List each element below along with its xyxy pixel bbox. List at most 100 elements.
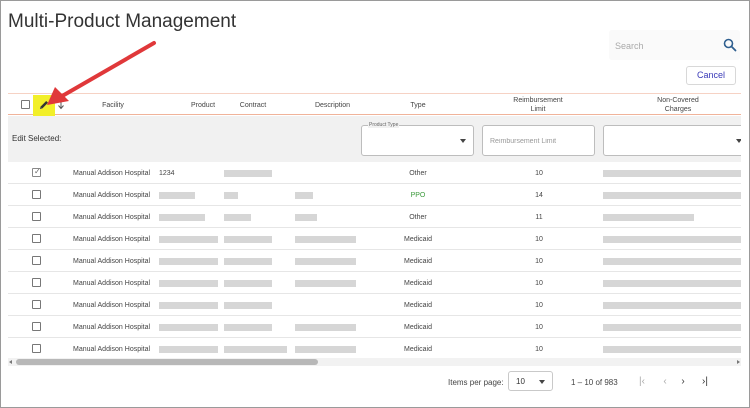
reimbursement-limit-input[interactable] — [490, 136, 585, 146]
edit-selected-row: Edit Selected: Product Type — [8, 116, 741, 162]
row-checkbox[interactable] — [32, 344, 41, 353]
search-input[interactable] — [615, 38, 715, 54]
table-row[interactable]: Manual Addison Hospital Medicaid 10 — [8, 272, 741, 294]
header-contract[interactable]: Contract — [233, 101, 273, 110]
header-type[interactable]: Type — [398, 101, 438, 110]
chevron-down-icon — [736, 139, 741, 143]
row-checkbox[interactable]: ✓ — [32, 167, 41, 177]
edit-pencil-icon[interactable] — [38, 99, 50, 111]
sort-arrow-down-icon[interactable] — [57, 100, 65, 110]
last-page-button[interactable]: ›| — [698, 376, 712, 388]
edit-selected-label: Edit Selected: — [12, 134, 62, 143]
table-row[interactable]: Manual Addison Hospital PPO 14 — [8, 184, 741, 206]
cell-product-redacted — [159, 280, 218, 287]
cell-product-redacted — [159, 346, 218, 353]
row-checkbox[interactable] — [32, 256, 41, 265]
table-row[interactable]: Manual Addison Hospital Medicaid 10 — [8, 294, 741, 316]
cancel-button[interactable]: Cancel — [686, 66, 736, 85]
cell-noncovered-redacted — [603, 192, 741, 199]
reimbursement-limit-field[interactable] — [482, 125, 595, 156]
cell-noncovered-redacted — [603, 346, 741, 353]
non-covered-charges-select[interactable] — [603, 125, 741, 156]
checkmark-icon: ✓ — [34, 167, 41, 176]
cell-limit: 10 — [535, 170, 543, 177]
table-row[interactable]: ✓ Manual Addison Hospital 1234 Other 10 — [8, 162, 741, 184]
horizontal-scrollbar[interactable] — [8, 358, 741, 366]
cell-contract-redacted — [224, 258, 272, 265]
cell-product-redacted — [159, 192, 195, 199]
row-checkbox[interactable] — [32, 300, 41, 309]
cell-description-redacted — [295, 236, 356, 243]
table-row[interactable]: Manual Addison Hospital Medicaid 10 — [8, 228, 741, 250]
cell-product-redacted — [159, 302, 218, 309]
cell-noncovered-redacted — [603, 214, 694, 221]
cell-facility: Manual Addison Hospital — [73, 280, 151, 287]
row-checkbox[interactable] — [32, 278, 41, 287]
cell-noncovered-redacted — [603, 324, 741, 331]
scrollbar-thumb[interactable] — [16, 359, 318, 365]
page-size-select[interactable]: 10 — [508, 371, 553, 391]
cell-type: Other — [409, 214, 427, 221]
cell-facility: Manual Addison Hospital — [73, 302, 151, 309]
chevron-down-icon — [460, 139, 466, 143]
app-window: Multi-Product Management Cancel Facility… — [0, 0, 750, 408]
row-checkbox[interactable] — [32, 212, 41, 221]
header-facility[interactable]: Facility — [88, 101, 138, 110]
cell-facility: Manual Addison Hospital — [73, 236, 151, 243]
cell-contract-redacted — [224, 170, 272, 177]
scroll-right-icon[interactable] — [737, 360, 740, 364]
row-checkbox[interactable] — [32, 190, 41, 199]
scroll-left-icon[interactable] — [9, 360, 12, 364]
cell-product-redacted — [159, 324, 218, 331]
cell-type: PPO — [410, 192, 426, 199]
table-header: Facility Product Contract Description Ty… — [8, 93, 741, 116]
cell-type: Medicaid — [403, 346, 432, 353]
cell-limit: 10 — [535, 302, 543, 309]
first-page-button[interactable]: |‹ — [635, 376, 649, 388]
header-noncovered-line2[interactable]: Charges — [642, 105, 714, 114]
product-table: Facility Product Contract Description Ty… — [8, 93, 741, 369]
cell-contract-redacted — [224, 214, 251, 221]
cell-contract-redacted — [224, 280, 272, 287]
cell-description-redacted — [295, 346, 356, 353]
cell-limit: 14 — [535, 192, 543, 199]
cell-type: Medicaid — [403, 280, 432, 287]
header-product[interactable]: Product — [183, 101, 223, 110]
cell-facility: Manual Addison Hospital — [73, 192, 151, 199]
table-row[interactable]: Manual Addison Hospital Medicaid 10 — [8, 338, 741, 360]
row-checkbox[interactable] — [32, 322, 41, 331]
cell-type: Other — [409, 170, 427, 177]
cell-description-redacted — [295, 280, 356, 287]
row-checkbox[interactable] — [32, 234, 41, 243]
search-icon[interactable] — [723, 38, 737, 52]
cell-facility: Manual Addison Hospital — [73, 324, 151, 331]
cell-limit: 10 — [535, 236, 543, 243]
cell-contract-redacted — [224, 192, 238, 199]
header-reimbursement-line1[interactable]: Reimbursement — [502, 96, 574, 105]
table-row[interactable]: Manual Addison Hospital Medicaid 10 — [8, 250, 741, 272]
next-page-button[interactable]: › — [676, 376, 690, 388]
cell-contract-redacted — [224, 302, 272, 309]
page-size-value: 10 — [516, 377, 525, 386]
table-row[interactable]: Manual Addison Hospital Medicaid 10 — [8, 316, 741, 338]
cell-facility: Manual Addison Hospital — [73, 214, 151, 221]
table-row[interactable]: Manual Addison Hospital Other 11 — [8, 206, 741, 228]
cell-contract-redacted — [224, 324, 272, 331]
header-noncovered-line1[interactable]: Non-Covered — [642, 96, 714, 105]
cell-limit: 10 — [535, 258, 543, 265]
page-range-label: 1 – 10 of 983 — [571, 378, 618, 387]
cell-product-redacted — [159, 236, 218, 243]
cell-noncovered-redacted — [603, 170, 741, 177]
cell-contract-redacted — [224, 346, 287, 353]
cell-type: Medicaid — [403, 302, 432, 309]
product-type-label: Product Type — [368, 122, 400, 128]
select-all-checkbox[interactable] — [21, 100, 30, 109]
search-box[interactable] — [609, 30, 740, 60]
chevron-down-icon — [539, 380, 545, 384]
header-reimbursement-line2[interactable]: Limit — [502, 105, 574, 114]
header-description[interactable]: Description — [305, 101, 360, 110]
product-type-select[interactable]: Product Type — [361, 122, 474, 156]
cell-noncovered-redacted — [603, 280, 741, 287]
cell-noncovered-redacted — [603, 258, 741, 265]
previous-page-button[interactable]: ‹ — [658, 376, 672, 388]
